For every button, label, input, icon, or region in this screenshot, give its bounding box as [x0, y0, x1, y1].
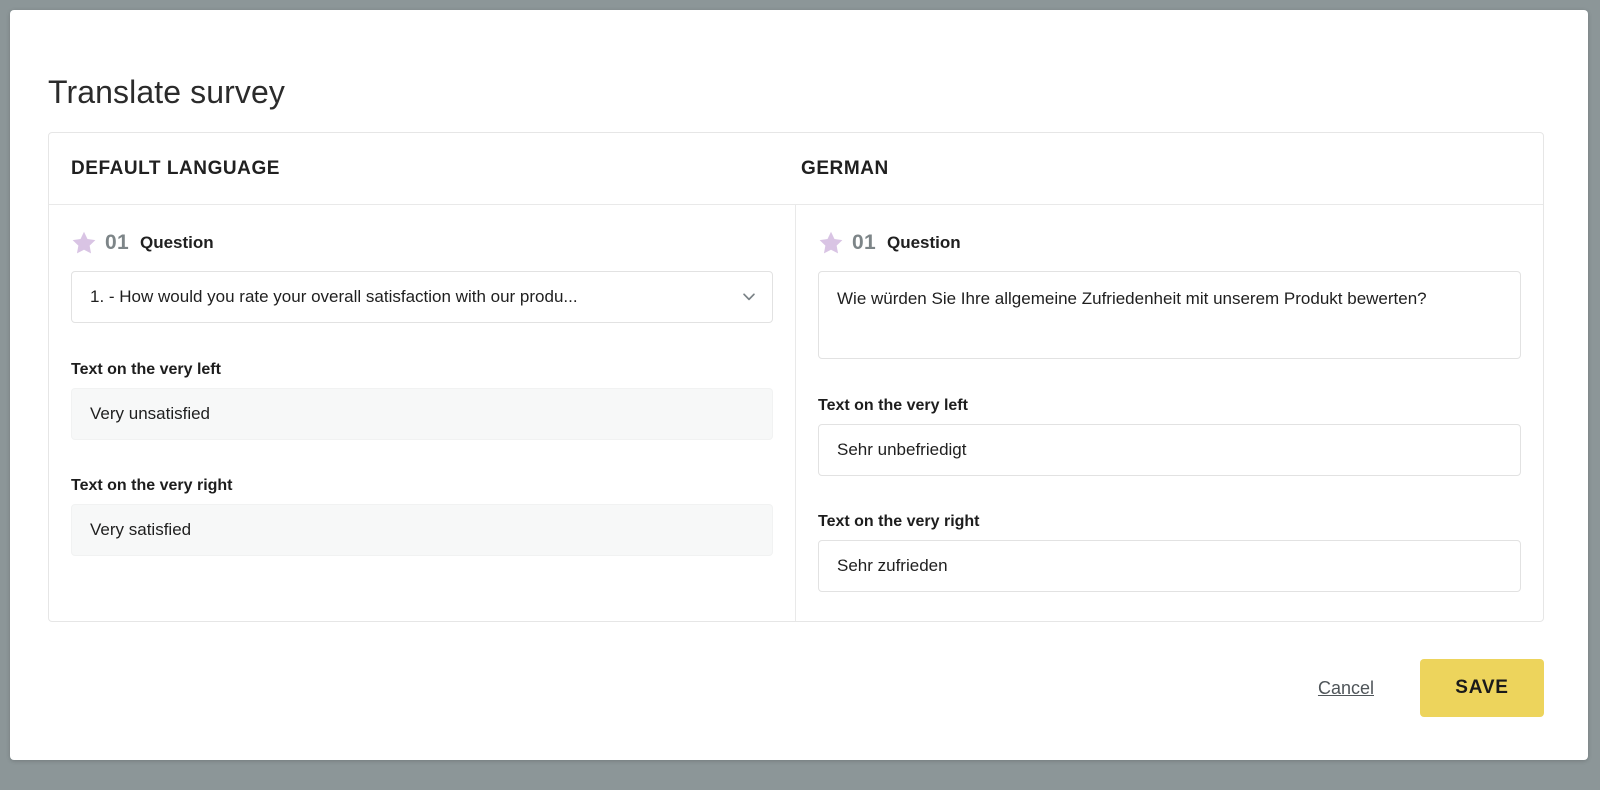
- question-header-default: 01 Question: [71, 229, 773, 257]
- translation-card-body: 01 Question 1. - How would you rate your…: [49, 205, 1543, 621]
- label-text-very-right-german: Text on the very right: [818, 513, 980, 530]
- translation-card: DEFAULT LANGUAGE GERMAN 01 Question 1. -…: [48, 132, 1544, 622]
- save-button[interactable]: SAVE: [1420, 659, 1544, 717]
- question-select-value: 1. - How would you rate your overall sat…: [90, 287, 578, 306]
- star-icon: [71, 230, 97, 256]
- question-select-default[interactable]: 1. - How would you rate your overall sat…: [71, 271, 773, 323]
- input-text-very-right-default: Very satisfied: [71, 504, 773, 556]
- star-icon: [818, 230, 844, 256]
- translation-card-header: DEFAULT LANGUAGE GERMAN: [49, 133, 1543, 205]
- translate-survey-modal: Translate survey DEFAULT LANGUAGE GERMAN…: [10, 10, 1588, 760]
- cancel-button[interactable]: Cancel: [1316, 672, 1376, 705]
- modal-footer: Cancel SAVE: [48, 658, 1544, 718]
- label-text-very-left-german: Text on the very left: [818, 397, 968, 414]
- input-text-very-left-default-value: Very unsatisfied: [90, 404, 211, 423]
- page-title: Translate survey: [48, 74, 285, 111]
- input-text-very-right-default-value: Very satisfied: [90, 520, 192, 539]
- chevron-down-icon[interactable]: [740, 288, 758, 306]
- question-number-german: 01: [852, 231, 876, 254]
- question-header-german: 01 Question: [818, 229, 1521, 257]
- label-text-very-right-default: Text on the very right: [71, 477, 233, 494]
- column-header-german: GERMAN: [801, 158, 889, 179]
- german-pane: 01 Question Wie würden Sie Ihre allgemei…: [796, 205, 1543, 621]
- input-text-very-right-german[interactable]: Sehr zufrieden: [818, 540, 1521, 592]
- default-language-pane: 01 Question 1. - How would you rate your…: [49, 205, 796, 621]
- input-text-very-left-german-value: Sehr unbefriedigt: [837, 440, 967, 459]
- question-label-default: Question: [139, 233, 214, 252]
- input-text-very-left-german[interactable]: Sehr unbefriedigt: [818, 424, 1521, 476]
- question-label-german: Question: [886, 233, 961, 252]
- input-text-very-left-default: Very unsatisfied: [71, 388, 773, 440]
- question-translation-textarea-german[interactable]: Wie würden Sie Ihre allgemeine Zufrieden…: [818, 271, 1521, 359]
- label-text-very-left-default: Text on the very left: [71, 361, 221, 378]
- input-text-very-right-german-value: Sehr zufrieden: [837, 556, 948, 575]
- column-header-default-language: DEFAULT LANGUAGE: [71, 158, 280, 179]
- question-number-default: 01: [105, 231, 129, 254]
